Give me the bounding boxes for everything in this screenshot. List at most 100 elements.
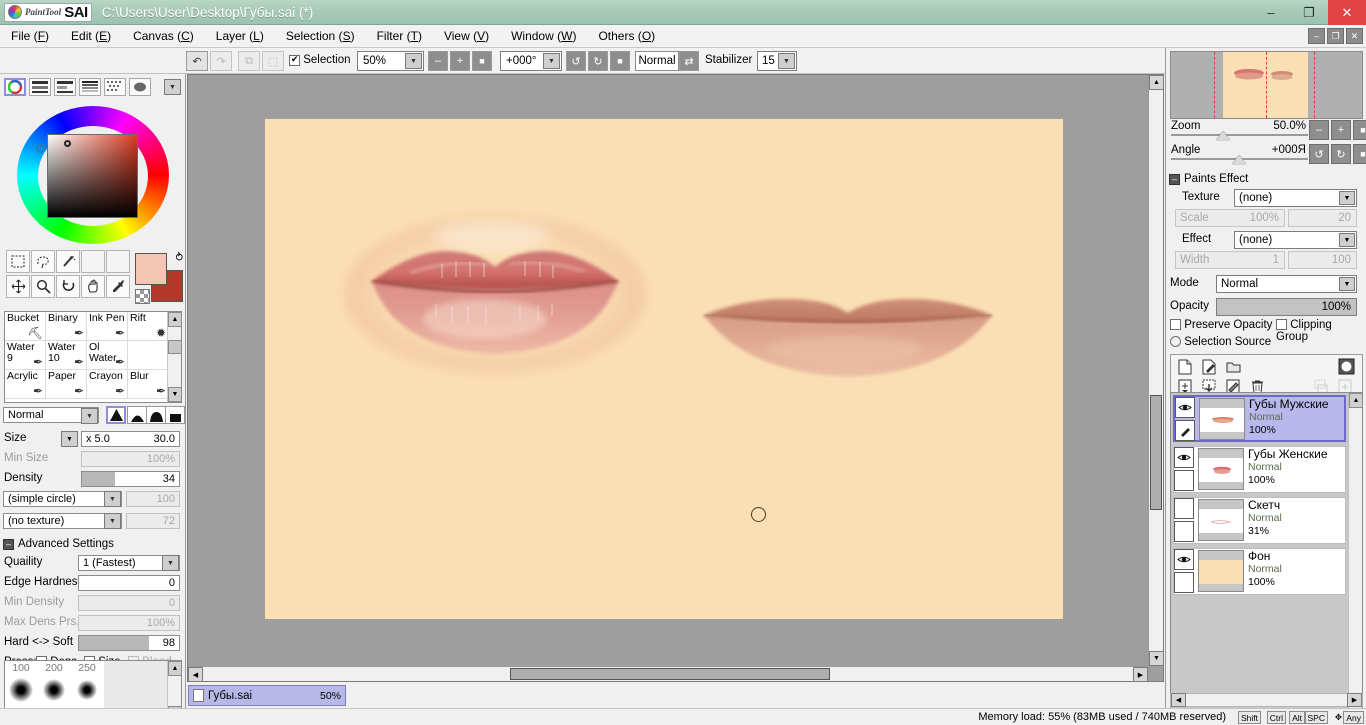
brush-binary[interactable]: Binary ✒ [46, 312, 87, 341]
brush-crayon[interactable]: Crayon ✒ [87, 370, 128, 399]
color-panel-menu-icon[interactable]: ▼ [164, 79, 181, 95]
brush-shape-amount[interactable]: 100 [126, 491, 180, 507]
layer-mask-icon[interactable] [1336, 357, 1356, 376]
menu-edit[interactable]: Edit (E) [60, 27, 122, 45]
menu-file[interactable]: File (F) [0, 27, 60, 45]
max-dens-slider[interactable]: 100% [78, 615, 180, 631]
layer-opacity-slider[interactable]: 100% [1216, 298, 1357, 316]
saturation-value-square[interactable] [47, 134, 138, 218]
move-icon[interactable] [6, 275, 30, 298]
chevron-down-icon[interactable]: ▼ [778, 53, 795, 69]
hand-icon[interactable] [81, 275, 105, 298]
canvas-vertical-scrollbar[interactable]: ▲ ▼ [1148, 75, 1164, 666]
maximize-button[interactable]: ❐ [1290, 0, 1328, 25]
close-button[interactable]: ✕ [1328, 0, 1366, 25]
color-wheel-area[interactable] [0, 98, 186, 250]
menu-view[interactable]: View (V) [433, 27, 500, 45]
angle-combo[interactable]: +000° ▼ [500, 51, 562, 71]
blank-tool-slot-1[interactable] [81, 250, 105, 273]
brush-acrylic[interactable]: Acrylic ✒ [5, 370, 46, 399]
scroll-up-icon[interactable]: ▲ [168, 312, 182, 327]
brush-bucket[interactable]: Bucket ⛏ [5, 312, 46, 341]
chevron-down-icon[interactable]: ▼ [1339, 191, 1355, 205]
size-dropdown-icon[interactable]: ▼ [61, 431, 78, 447]
nav-rotate-ccw-button[interactable]: ↺ [1309, 144, 1329, 164]
layer-row-sketch[interactable]: Скетч Normal 31% [1173, 497, 1346, 544]
layer-row-gubi-muzhskie[interactable]: Губы Мужские Normal 100% [1173, 395, 1346, 442]
navigator-preview[interactable] [1170, 51, 1363, 119]
brush-ink-pen[interactable]: Ink Pen ✒ [87, 312, 128, 341]
texture-amount-slider[interactable]: 20 [1288, 209, 1357, 227]
layer-list-scrollbar[interactable]: ▲ [1348, 393, 1362, 709]
zoom-reset-button[interactable]: ■ [472, 51, 492, 71]
brush-rift[interactable]: Rift ✹ [128, 312, 169, 341]
brush-paper[interactable]: Paper ✒ [46, 370, 87, 399]
rgb-slider-tab[interactable] [29, 78, 51, 96]
brush-water10[interactable]: Water 10 ✒ [46, 341, 87, 370]
canvas-horizontal-scrollbar[interactable]: ◀ ▶ [188, 666, 1148, 682]
size-field[interactable]: x 5.0 30.0 [81, 431, 180, 447]
zoom-in-button[interactable]: + [450, 51, 470, 71]
chevron-down-icon[interactable]: ▼ [104, 491, 121, 507]
v-scroll-thumb[interactable] [1150, 395, 1162, 510]
nav-zoom-knob[interactable] [1216, 131, 1230, 140]
chevron-down-icon[interactable]: ▼ [543, 53, 560, 69]
layer-visibility-icon[interactable] [1174, 549, 1194, 570]
nav-angle-knob[interactable] [1232, 155, 1246, 164]
minimize-button[interactable]: – [1252, 0, 1290, 25]
flip-view-button[interactable]: ⇄ [679, 51, 699, 71]
effect-combo[interactable]: (none) ▼ [1234, 231, 1357, 249]
scroll-up-icon[interactable]: ▲ [168, 661, 181, 676]
brush-water9[interactable]: Water 9 ✒ [5, 341, 46, 370]
chevron-down-icon[interactable]: ▼ [104, 513, 121, 529]
view-mode-button[interactable]: Normal [635, 51, 679, 71]
layer-list[interactable]: Губы Мужские Normal 100% Губы Женские No… [1170, 392, 1363, 710]
scroll-left-icon[interactable]: ◀ [1171, 693, 1186, 707]
advanced-settings-header[interactable]: – Advanced Settings [0, 536, 185, 553]
paints-effect-header[interactable]: – Paints Effect [1166, 171, 1366, 188]
quality-combo[interactable]: 1 (Fastest) ▼ [78, 555, 180, 571]
hue-knob[interactable] [36, 144, 45, 153]
brush-shape-combo[interactable]: (simple circle) ▼ [3, 491, 122, 507]
brush-blur[interactable]: Blur ✒ [128, 370, 169, 399]
preset-250[interactable]: 250 [71, 661, 103, 675]
brush-shape-square[interactable] [165, 406, 185, 424]
document-tab[interactable]: Губы.sai 50% [188, 685, 346, 706]
scratchpad-tab[interactable] [129, 78, 151, 96]
flip-selection-button[interactable]: ⧉ [238, 51, 260, 71]
clipping-group-box[interactable] [1276, 319, 1287, 330]
scroll-down-icon[interactable]: ▼ [168, 387, 182, 402]
zoom-icon[interactable] [31, 275, 55, 298]
doc-close-button[interactable]: ✕ [1346, 28, 1363, 44]
color-wheel-tab[interactable] [4, 78, 26, 96]
nav-zoom-in-button[interactable]: + [1331, 120, 1351, 140]
canvas-viewport[interactable]: ▲ ▼ ◀ ▶ [187, 74, 1164, 682]
chevron-down-icon[interactable]: ▼ [1339, 233, 1355, 247]
min-density-slider[interactable]: 0 [78, 595, 180, 611]
density-slider[interactable]: 34 [81, 471, 180, 487]
nav-zoom-out-button[interactable]: – [1309, 120, 1329, 140]
brush-shape-flat[interactable] [146, 406, 166, 424]
menu-filter[interactable]: Filter (T) [366, 27, 433, 45]
scroll-right-icon[interactable]: ▶ [1133, 667, 1148, 682]
eyedropper-icon[interactable] [106, 275, 130, 298]
sv-knob[interactable] [64, 140, 71, 147]
nav-zoom-reset-button[interactable]: ■ [1353, 120, 1366, 140]
stabilizer-combo[interactable]: 15 ▼ [757, 51, 797, 71]
layer-type-icon[interactable] [1174, 470, 1194, 491]
blend-mode-combo[interactable]: Normal ▼ [3, 407, 99, 424]
nav-rotate-cw-button[interactable]: ↻ [1331, 144, 1351, 164]
zoom-out-button[interactable]: – [428, 51, 448, 71]
doc-restore-button[interactable]: ❐ [1327, 28, 1344, 44]
gradient-swatch-tab[interactable] [79, 78, 101, 96]
lasso-select-icon[interactable] [31, 250, 55, 273]
doc-minimize-button[interactable]: – [1308, 28, 1325, 44]
right-panel-hscrollbar[interactable]: ◀ ▶ [1170, 693, 1363, 707]
chevron-down-icon[interactable]: ▼ [1339, 277, 1355, 291]
layer-visibility-icon[interactable] [1174, 447, 1194, 468]
redo-button[interactable]: ↷ [210, 51, 232, 71]
brush-shape-sharp[interactable] [106, 406, 126, 424]
collapse-icon[interactable]: – [3, 539, 14, 550]
h-scroll-thumb[interactable] [510, 668, 830, 680]
brush-texture-combo[interactable]: (no texture) ▼ [3, 513, 122, 529]
